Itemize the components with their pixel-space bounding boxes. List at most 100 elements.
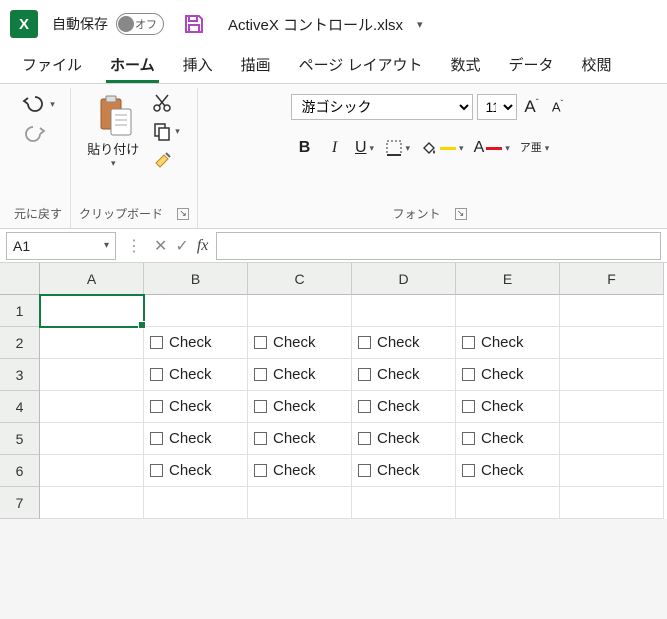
cell[interactable]: [40, 327, 144, 359]
cell[interactable]: Check: [248, 455, 352, 487]
activex-checkbox[interactable]: Check: [150, 398, 212, 415]
activex-checkbox[interactable]: Check: [150, 334, 212, 351]
tab-insert[interactable]: 挿入: [169, 48, 227, 83]
cell[interactable]: Check: [456, 423, 560, 455]
activex-checkbox[interactable]: Check: [150, 462, 212, 479]
column-header[interactable]: B: [144, 263, 248, 295]
cell[interactable]: [560, 327, 664, 359]
fill-color-button[interactable]: ▾: [416, 134, 468, 162]
filename-dropdown-icon[interactable]: ▾: [417, 18, 423, 31]
font-dialog-launcher[interactable]: ↘: [455, 208, 467, 220]
activex-checkbox[interactable]: Check: [150, 430, 212, 447]
tab-formulas[interactable]: 数式: [436, 48, 494, 83]
row-header[interactable]: 4: [0, 391, 40, 423]
cell[interactable]: [352, 487, 456, 519]
cell[interactable]: Check: [144, 391, 248, 423]
activex-checkbox[interactable]: Check: [254, 366, 316, 383]
more-icon[interactable]: ⋮: [126, 236, 142, 256]
activex-checkbox[interactable]: Check: [358, 334, 420, 351]
cell[interactable]: [40, 391, 144, 423]
activex-checkbox[interactable]: Check: [462, 462, 524, 479]
increase-font-button[interactable]: Aˆ: [521, 95, 543, 119]
column-header[interactable]: F: [560, 263, 664, 295]
bold-button[interactable]: B: [291, 134, 319, 162]
activex-checkbox[interactable]: Check: [150, 366, 212, 383]
copy-button[interactable]: ▾: [147, 118, 185, 144]
italic-button[interactable]: I: [321, 134, 349, 162]
underline-button[interactable]: U▾: [351, 134, 379, 162]
activex-checkbox[interactable]: Check: [462, 366, 524, 383]
row-header[interactable]: 6: [0, 455, 40, 487]
borders-button[interactable]: ▾: [381, 134, 415, 162]
activex-checkbox[interactable]: Check: [254, 462, 316, 479]
cell[interactable]: [144, 487, 248, 519]
cell[interactable]: [248, 487, 352, 519]
activex-checkbox[interactable]: Check: [358, 462, 420, 479]
redo-button[interactable]: [16, 120, 60, 148]
activex-checkbox[interactable]: Check: [358, 366, 420, 383]
select-all-corner[interactable]: [0, 263, 40, 295]
activex-checkbox[interactable]: Check: [462, 430, 524, 447]
cell[interactable]: Check: [352, 455, 456, 487]
cell[interactable]: [40, 423, 144, 455]
column-header[interactable]: D: [352, 263, 456, 295]
enter-formula-icon[interactable]: ✓: [175, 236, 188, 256]
cell[interactable]: [560, 295, 664, 327]
tab-draw[interactable]: 描画: [227, 48, 285, 83]
decrease-font-button[interactable]: Aˇ: [547, 95, 569, 119]
cell[interactable]: [40, 359, 144, 391]
phonetic-button[interactable]: ア亜 ▾: [516, 134, 554, 162]
cell[interactable]: [40, 455, 144, 487]
name-box[interactable]: A1 ▾: [6, 232, 116, 260]
cell[interactable]: Check: [144, 359, 248, 391]
tab-home[interactable]: ホーム: [96, 48, 169, 83]
tab-data[interactable]: データ: [495, 48, 568, 83]
cell[interactable]: [560, 359, 664, 391]
cell[interactable]: Check: [456, 359, 560, 391]
cell[interactable]: Check: [144, 423, 248, 455]
cell[interactable]: Check: [144, 455, 248, 487]
cell-A1[interactable]: [40, 295, 144, 327]
cell[interactable]: [456, 295, 560, 327]
activex-checkbox[interactable]: Check: [462, 334, 524, 351]
activex-checkbox[interactable]: Check: [254, 398, 316, 415]
activex-checkbox[interactable]: Check: [254, 430, 316, 447]
row-header[interactable]: 2: [0, 327, 40, 359]
cell[interactable]: [144, 295, 248, 327]
cell[interactable]: Check: [144, 327, 248, 359]
column-header[interactable]: A: [40, 263, 144, 295]
filename-label[interactable]: ActiveX コントロール.xlsx: [228, 14, 403, 35]
activex-checkbox[interactable]: Check: [254, 334, 316, 351]
cell[interactable]: Check: [352, 423, 456, 455]
cell[interactable]: [352, 295, 456, 327]
cell[interactable]: [560, 391, 664, 423]
tab-file[interactable]: ファイル: [8, 48, 96, 83]
activex-checkbox[interactable]: Check: [358, 398, 420, 415]
cell[interactable]: [560, 423, 664, 455]
formula-input[interactable]: [216, 232, 661, 260]
cancel-formula-icon[interactable]: ✕: [154, 236, 167, 256]
cell[interactable]: Check: [248, 423, 352, 455]
cell[interactable]: Check: [248, 327, 352, 359]
fx-icon[interactable]: fx: [197, 237, 209, 255]
cell[interactable]: Check: [456, 327, 560, 359]
row-header[interactable]: 3: [0, 359, 40, 391]
cell[interactable]: [560, 455, 664, 487]
clipboard-dialog-launcher[interactable]: ↘: [177, 208, 189, 220]
worksheet-grid[interactable]: A B C D E F 1 2 Check Check Check Check …: [0, 263, 667, 519]
format-painter-button[interactable]: [147, 146, 185, 174]
autosave-toggle[interactable]: オフ: [116, 13, 164, 35]
row-header[interactable]: 1: [0, 295, 40, 327]
save-button[interactable]: [182, 12, 206, 36]
cell[interactable]: [456, 487, 560, 519]
font-size-select[interactable]: 11: [477, 94, 517, 120]
font-name-select[interactable]: 游ゴシック: [291, 94, 473, 120]
activex-checkbox[interactable]: Check: [358, 430, 420, 447]
column-header[interactable]: C: [248, 263, 352, 295]
tab-review[interactable]: 校閲: [568, 48, 626, 83]
paste-button[interactable]: 貼り付け ▾: [83, 90, 143, 172]
cell[interactable]: Check: [352, 359, 456, 391]
column-header[interactable]: E: [456, 263, 560, 295]
cell[interactable]: [40, 487, 144, 519]
cell[interactable]: Check: [352, 327, 456, 359]
